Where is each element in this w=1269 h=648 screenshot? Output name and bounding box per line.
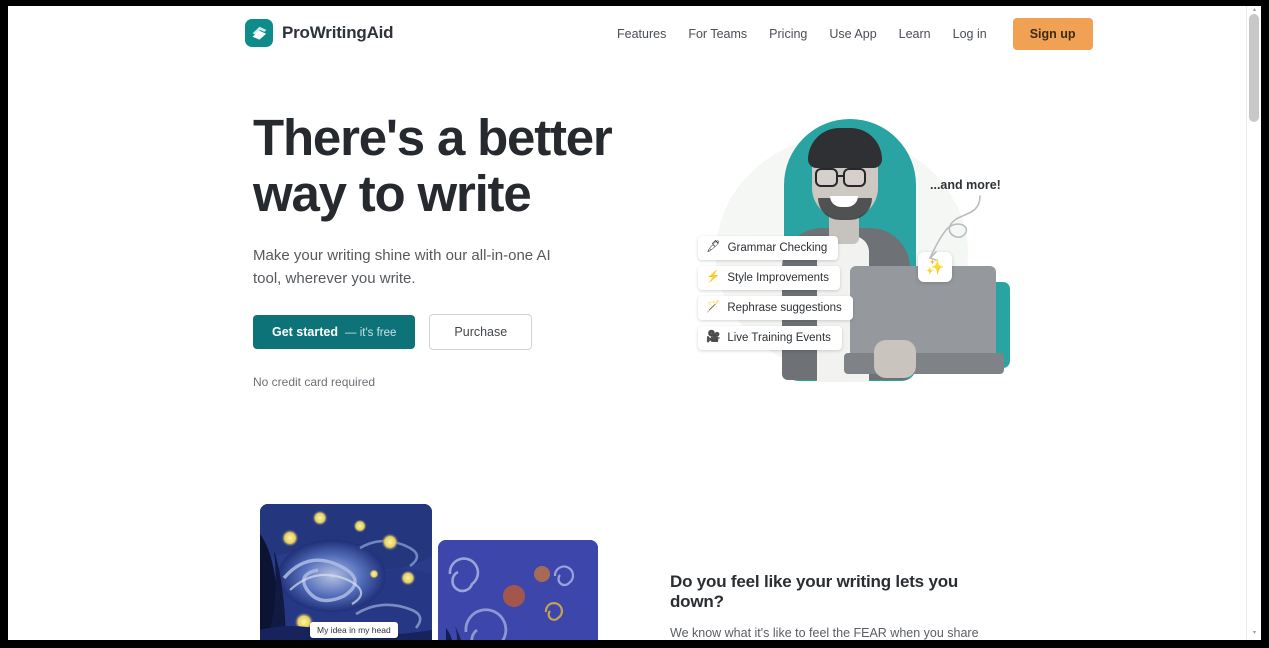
main-navigation: Features For Teams Pricing Use App Learn…: [606, 6, 1093, 62]
page-title: There's a better way to write: [253, 110, 653, 222]
brand-logo[interactable]: ProWritingAid: [245, 19, 394, 47]
book-pages-icon: [245, 19, 273, 47]
pill-row: 🖋 Grammar Checking: [698, 236, 938, 266]
lightning-bolt-icon: ⚡: [706, 271, 721, 284]
feature-pill-style-improvements: ⚡ Style Improvements: [698, 266, 840, 290]
nav-link-features[interactable]: Features: [606, 27, 677, 41]
hero-subtitle: Make your writing shine with our all-in-…: [253, 247, 551, 287]
no-credit-card-note: No credit card required: [253, 375, 376, 389]
nav-link-pricing[interactable]: Pricing: [758, 27, 818, 41]
feature-pill-list: 🖋 Grammar Checking ⚡ Style Improvements …: [698, 236, 938, 356]
eyeglasses-bridge-icon: [838, 175, 843, 178]
laptop-base: [844, 353, 1004, 374]
feature-pill-live-training-events: 🎥 Live Training Events: [698, 326, 842, 350]
crude-drawing-card: [438, 540, 598, 640]
section-heading: Do you feel like your writing lets you d…: [670, 572, 959, 611]
brand-name: ProWritingAid: [282, 23, 394, 42]
pill-row: 🎥 Live Training Events: [698, 326, 938, 356]
quill-pen-icon: 🖋: [706, 241, 721, 254]
get-started-button[interactable]: Get started — it's free: [253, 315, 416, 349]
scrollbar-thumb[interactable]: [1249, 14, 1259, 122]
lower-copy-block: Do you feel like your writing lets you d…: [670, 572, 1015, 640]
browser-window-frame: ProWritingAid Features For Teams Pricing…: [0, 0, 1269, 648]
hero-title-line-1: There's a better: [253, 109, 613, 166]
purchase-button[interactable]: Purchase: [429, 314, 533, 350]
hero-text-block: There's a better way to write Make your …: [253, 110, 653, 290]
section-paragraph: We know what it's like to feel the FEAR …: [670, 626, 979, 640]
and-more-annotation: ...and more!: [930, 178, 1001, 192]
scroll-down-arrow[interactable]: ▾: [1251, 630, 1258, 636]
nav-link-log-in[interactable]: Log in: [942, 27, 998, 41]
feature-pill-grammar-checking: 🖋 Grammar Checking: [698, 236, 839, 260]
pill-row: 🪄 Rephrase suggestions: [698, 296, 938, 326]
video-camera-icon: 🎥: [706, 331, 721, 344]
page-viewport: ProWritingAid Features For Teams Pricing…: [8, 6, 1261, 640]
vertical-scrollbar[interactable]: ▴ ▾: [1246, 6, 1261, 640]
sign-up-button[interactable]: Sign up: [1012, 18, 1093, 50]
pill-row: ⚡ Style Improvements: [698, 266, 938, 296]
magic-wand-icon: 🪄: [706, 301, 721, 314]
get-started-label: Get started: [272, 325, 338, 339]
hero-title-line-2: way to write: [253, 165, 532, 222]
web-page: ProWritingAid Features For Teams Pricing…: [8, 6, 1246, 640]
feature-pill-rephrase-suggestions: 🪄 Rephrase suggestions: [698, 296, 853, 320]
nav-link-for-teams[interactable]: For Teams: [677, 27, 758, 41]
nav-link-learn[interactable]: Learn: [888, 27, 942, 41]
illustration-caption: My idea in my head: [310, 622, 398, 638]
comparison-artwork: My idea in my head: [253, 504, 603, 640]
site-header: ProWritingAid Features For Teams Pricing…: [8, 6, 1246, 62]
nav-link-use-app[interactable]: Use App: [818, 27, 887, 41]
scroll-up-arrow[interactable]: ▴: [1251, 7, 1258, 13]
eyeglasses-left-lens-icon: [815, 168, 838, 187]
eyeglasses-right-lens-icon: [843, 168, 866, 187]
starry-night-painting-card: My idea in my head: [260, 504, 432, 640]
hero-cta-group: Get started — it's free Purchase: [253, 314, 533, 350]
get-started-sublabel: — it's free: [345, 327, 397, 339]
